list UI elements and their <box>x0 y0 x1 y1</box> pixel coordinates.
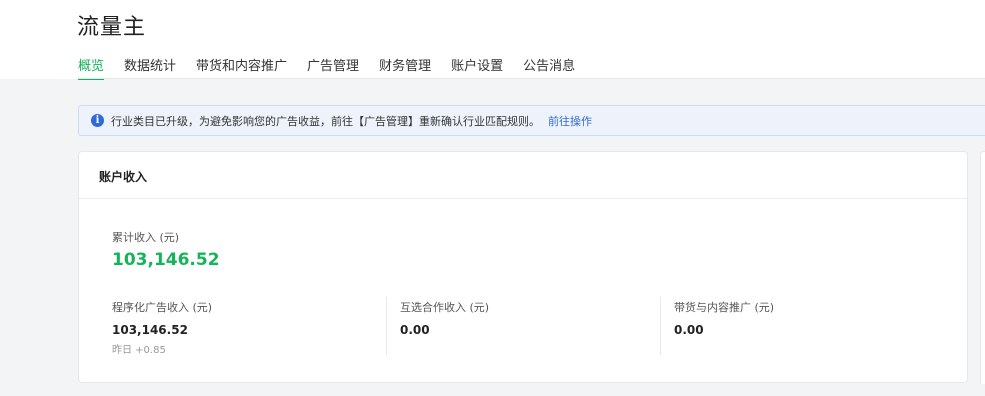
metric-label: 互选合作收入 (元) <box>400 301 490 314</box>
total-income-value: 103,146.52 <box>112 250 220 270</box>
page-header: 流量主 概览 数据统计 带货和内容推广 广告管理 财务管理 账户设置 公告消息 <box>0 0 985 80</box>
metric-mutual-selection: 互选合作收入 (元) 0.00 <box>400 299 489 337</box>
account-income-card: 账户收入 累计收入 (元) 103,146.52 程序化广告收入 (元) 103… <box>78 151 968 383</box>
tab-data-stats[interactable]: 数据统计 <box>124 55 176 78</box>
notice-banner: i 行业类目已升级，为避免影响您的广告收益，前往【广告管理】重新确认行业匹配规则… <box>78 105 985 136</box>
notice-action-link[interactable]: 前往操作 <box>548 113 592 129</box>
metric-programmatic-ads: 程序化广告收入 (元) 103,146.52 昨日 +0.85 <box>112 299 212 356</box>
card-divider <box>79 198 967 199</box>
total-income-label: 累计收入 (元) <box>112 231 180 244</box>
metric-value: 0.00 <box>674 323 704 337</box>
metric-label: 带货与内容推广 (元) <box>674 301 775 314</box>
tab-ad-management[interactable]: 广告管理 <box>307 55 359 78</box>
tab-commerce-promotion[interactable]: 带货和内容推广 <box>196 55 287 78</box>
metric-divider <box>660 297 661 355</box>
main-tabs: 概览 数据统计 带货和内容推广 广告管理 财务管理 账户设置 公告消息 <box>78 55 595 80</box>
page-title: 流量主 <box>77 15 147 40</box>
tab-finance[interactable]: 财务管理 <box>379 55 431 78</box>
tab-account-settings[interactable]: 账户设置 <box>451 55 503 78</box>
tabs-divider <box>78 78 985 79</box>
adjacent-card-edge <box>980 151 985 384</box>
metric-label: 程序化广告收入 (元) <box>112 301 213 314</box>
metric-divider <box>386 297 387 355</box>
metric-value: 103,146.52 <box>112 323 188 337</box>
tab-overview[interactable]: 概览 <box>78 55 105 80</box>
metric-value: 0.00 <box>400 323 430 337</box>
info-icon: i <box>91 114 104 127</box>
card-title: 账户收入 <box>99 170 148 184</box>
metric-commerce-promotion: 带货与内容推广 (元) 0.00 <box>674 299 774 337</box>
tab-announcements[interactable]: 公告消息 <box>523 55 575 78</box>
metric-yesterday-change: 昨日 +0.85 <box>112 345 166 356</box>
notice-text: 行业类目已升级，为避免影响您的广告收益，前往【广告管理】重新确认行业匹配规则。 <box>111 114 540 128</box>
